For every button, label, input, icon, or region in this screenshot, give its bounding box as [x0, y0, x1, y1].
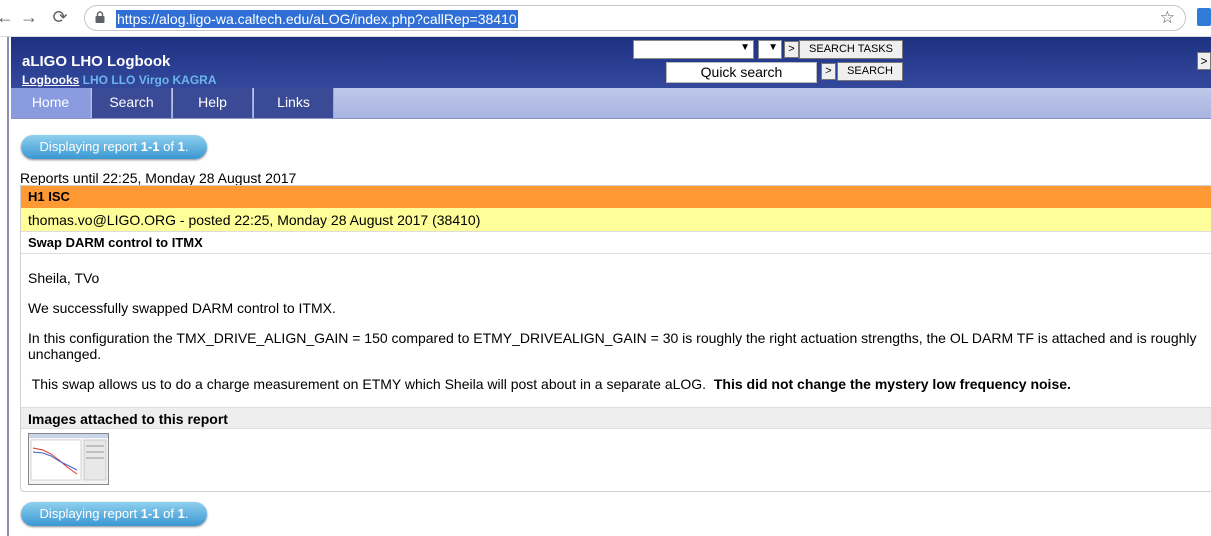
- attached-image-thumbnail[interactable]: [28, 433, 109, 485]
- logbook-link-lho[interactable]: LHO: [83, 73, 108, 87]
- task-go-button[interactable]: >: [784, 41, 799, 58]
- menu-home[interactable]: Home: [11, 88, 91, 118]
- edge-arrow-button[interactable]: >: [1197, 52, 1211, 70]
- report-para-summary: We successfully swapped DARM control to …: [28, 300, 336, 316]
- report-title[interactable]: Swap DARM control to ITMX: [21, 232, 1211, 254]
- back-icon[interactable]: ←: [0, 6, 16, 28]
- chevron-down-icon: ▼: [740, 42, 750, 53]
- site-title: aLIGO LHO Logbook: [22, 53, 171, 70]
- menu-help[interactable]: Help: [173, 88, 253, 118]
- reload-icon[interactable]: ⟳: [49, 6, 71, 28]
- search-button[interactable]: SEARCH: [837, 62, 903, 81]
- pager-range: 1-1: [140, 139, 160, 154]
- report-para-config: In this configuration the TMX_DRIVE_ALIG…: [28, 330, 1197, 362]
- quick-search-input[interactable]: Quick search: [666, 62, 817, 83]
- search-tasks-button[interactable]: SEARCH TASKS: [799, 40, 903, 59]
- report-para-swap-bold: This did not change the mystery low freq…: [713, 376, 1071, 392]
- pager-prefix: Displaying report: [39, 139, 141, 154]
- task-select[interactable]: ▼: [633, 40, 754, 59]
- pager-total: 1: [177, 139, 185, 154]
- report-para-authors: Sheila, TVo: [28, 270, 100, 286]
- logbooks-label[interactable]: Logbooks: [22, 73, 79, 87]
- plot-thumbnail-icon: [29, 434, 108, 481]
- images-heading: Images attached to this report: [21, 407, 1211, 429]
- address-bar[interactable]: https://alog.ligo-wa.caltech.edu/aLOG/in…: [84, 5, 1186, 31]
- logbook-link-kagra[interactable]: KAGRA: [173, 73, 217, 87]
- quick-search-go-button[interactable]: >: [821, 63, 836, 80]
- menu-search[interactable]: Search: [92, 88, 172, 118]
- report-category: H1 ISC: [21, 186, 1211, 208]
- report-para-swap-text: This swap allows us to do a charge measu…: [28, 376, 714, 392]
- menu-links[interactable]: Links: [254, 88, 334, 118]
- main-menu: Home Search Help Links: [11, 88, 1211, 119]
- logbook-link-virgo[interactable]: Virgo: [139, 73, 169, 87]
- left-frame-border: [0, 37, 9, 536]
- pager-bottom: Displaying report 1-1 of 1.: [21, 502, 207, 526]
- logbook-link-llo[interactable]: LLO: [111, 73, 135, 87]
- browser-toolbar: ← → ⟳ https://alog.ligo-wa.caltech.edu/a…: [0, 0, 1211, 37]
- report-card: H1 ISC thomas.vo@LIGO.ORG - posted 22:25…: [20, 185, 1211, 492]
- site-header: aLIGO LHO Logbook Logbooks LHO LLO Virgo…: [11, 37, 1211, 88]
- pager-mid: of: [159, 139, 178, 154]
- pager-mid: of: [159, 506, 178, 521]
- report-author-line: thomas.vo@LIGO.ORG - posted 22:25, Monda…: [21, 208, 1211, 232]
- reports-until: Reports until 22:25, Monday 28 August 20…: [20, 170, 297, 186]
- pager-prefix: Displaying report: [39, 506, 141, 521]
- pager-total: 1: [177, 506, 185, 521]
- pager-suffix: .: [184, 506, 189, 521]
- bookmark-star-icon[interactable]: ☆: [1160, 8, 1175, 28]
- report-para-swap: This swap allows us to do a charge measu…: [28, 376, 1071, 392]
- pager-top: Displaying report 1-1 of 1.: [21, 135, 207, 159]
- lock-icon: [95, 11, 105, 23]
- chevron-down-icon: ▼: [768, 42, 778, 53]
- pager-suffix: .: [184, 139, 189, 154]
- forward-icon[interactable]: →: [18, 6, 40, 28]
- logbooks-links: Logbooks LHO LLO Virgo KAGRA: [22, 73, 217, 87]
- task-subselect[interactable]: ▼: [758, 40, 782, 59]
- extension-icon[interactable]: [1197, 8, 1211, 26]
- url-text[interactable]: https://alog.ligo-wa.caltech.edu/aLOG/in…: [116, 10, 518, 28]
- pager-range: 1-1: [140, 506, 160, 521]
